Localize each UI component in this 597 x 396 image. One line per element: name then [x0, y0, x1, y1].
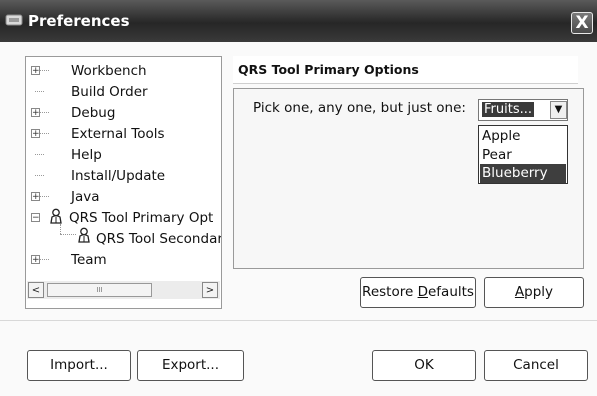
chevron-down-icon[interactable]: ▼ [550, 101, 567, 119]
scroll-right-button[interactable]: > [202, 282, 218, 298]
cancel-button[interactable]: Cancel [484, 350, 588, 381]
title-bar[interactable]: Preferences X [0, 0, 597, 42]
fruit-dropdown-list[interactable]: Apple Pear Blueberry [478, 125, 568, 184]
tree-item-help[interactable]: Help [71, 145, 102, 165]
combo-value: Fruits... [482, 102, 534, 117]
tree-item-qrs-primary[interactable]: QRS Tool Primary Opt [69, 208, 213, 228]
pick-label: Pick one, any one, but just one: [253, 100, 466, 116]
expand-icon[interactable]: + [31, 66, 40, 76]
page-header: QRS Tool Primary Options [233, 56, 578, 84]
tree-item-workbench[interactable]: Workbench [71, 61, 147, 81]
dropdown-option-blueberry[interactable]: Blueberry [480, 164, 566, 183]
close-button[interactable]: X [571, 12, 593, 34]
scroll-left-button[interactable]: < [28, 282, 44, 298]
person-icon [78, 227, 90, 243]
tree-item-qrs-secondary[interactable]: QRS Tool Secondar [96, 229, 221, 249]
dropdown-option-pear[interactable]: Pear [480, 146, 566, 165]
restore-defaults-button[interactable]: Restore Defaults [360, 277, 476, 308]
tree-item-install-update[interactable]: Install/Update [71, 166, 165, 186]
import-button[interactable]: Import... [27, 350, 131, 381]
apply-button[interactable]: Apply [484, 277, 584, 308]
tree-item-debug[interactable]: Debug [71, 103, 115, 123]
expand-icon[interactable]: + [31, 108, 40, 118]
expand-icon[interactable]: + [31, 192, 40, 202]
dropdown-option-apple[interactable]: Apple [480, 127, 566, 146]
tree-item-java[interactable]: Java [71, 187, 100, 207]
export-button[interactable]: Export... [137, 350, 244, 381]
expand-icon[interactable]: + [31, 129, 40, 139]
preferences-tree[interactable]: + Workbench Build Order + Debug + Extern… [25, 56, 222, 309]
fruit-combo[interactable]: Fruits... ▼ [478, 99, 568, 121]
window-title: Preferences [28, 12, 130, 30]
tree-item-team[interactable]: Team [71, 250, 107, 270]
preferences-dialog: Preferences X + Workbench Build Order + … [0, 0, 597, 396]
collapse-icon[interactable]: − [31, 213, 40, 223]
divider [0, 320, 597, 321]
ok-button[interactable]: OK [372, 350, 476, 381]
tree-item-external-tools[interactable]: External Tools [71, 124, 165, 144]
tree-horizontal-scrollbar[interactable]: < III > [27, 281, 220, 299]
page-title: QRS Tool Primary Options [238, 62, 419, 77]
tree-item-build-order[interactable]: Build Order [71, 82, 148, 102]
scroll-thumb[interactable]: III [47, 283, 152, 297]
person-icon [50, 208, 62, 224]
preferences-app-icon [5, 14, 23, 26]
expand-icon[interactable]: + [31, 255, 40, 265]
